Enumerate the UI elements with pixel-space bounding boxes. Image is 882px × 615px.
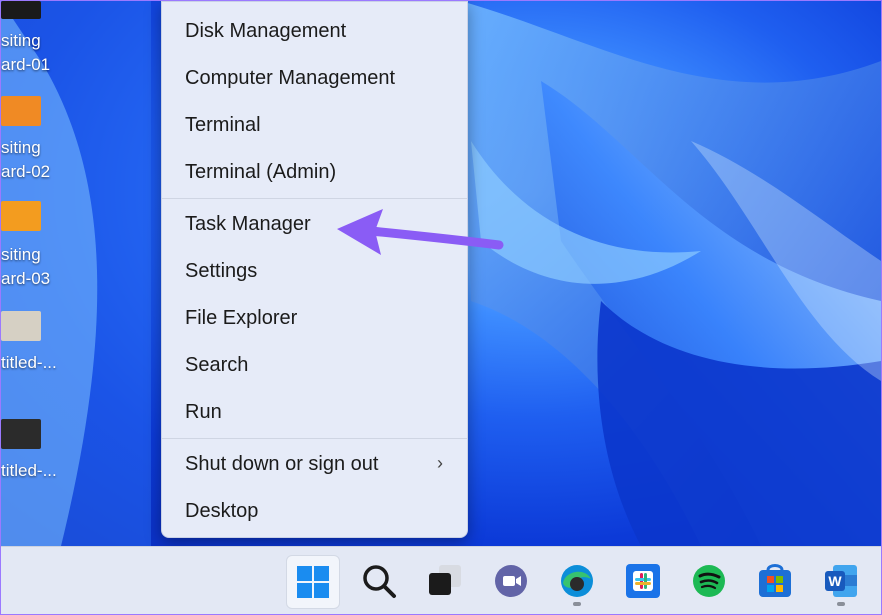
taskbar: W — [1, 546, 881, 614]
search-icon — [363, 565, 396, 598]
running-indicator — [573, 602, 581, 606]
desktop-icon-label: titled-... — [1, 353, 57, 372]
menu-divider — [162, 198, 467, 199]
menu-item-run[interactable]: Run — [162, 391, 467, 435]
slack-icon — [626, 564, 660, 598]
menu-item-label: File Explorer — [185, 307, 298, 329]
desktop-icon-compositing-board-02[interactable]: siting ard-02 — [1, 96, 61, 196]
image-file-icon — [1, 311, 41, 341]
presentation-file-icon — [1, 96, 41, 126]
menu-item-file-explorer[interactable]: File Explorer — [162, 297, 467, 341]
desktop-icon-label: siting — [1, 245, 41, 264]
menu-item-label: Run — [185, 401, 222, 423]
desktop-icon-label: titled-... — [1, 461, 57, 480]
svg-text:W: W — [828, 573, 842, 589]
desktop-icon-untitled-2[interactable]: titled-... — [1, 419, 61, 519]
desktop-icon-label: ard-01 — [1, 55, 51, 74]
desktop-icon-label: ard-02 — [1, 162, 51, 181]
menu-item-label: Computer Management — [185, 67, 396, 89]
image-file-icon — [1, 419, 41, 449]
annotation-arrow-icon — [337, 209, 504, 255]
chevron-right-icon: › — [437, 453, 443, 473]
microsoft-store-icon — [759, 564, 791, 597]
word-icon: W — [825, 565, 857, 597]
menu-item-label: Settings — [185, 260, 258, 282]
menu-item-terminal-admin[interactable]: Terminal (Admin) — [162, 151, 467, 195]
spotify-button[interactable] — [683, 555, 735, 607]
search-button[interactable] — [353, 555, 405, 607]
menu-item-computer-management[interactable]: Computer Management — [162, 57, 467, 101]
menu-divider — [162, 438, 467, 439]
menu-item-disk-management[interactable]: Disk Management — [162, 10, 467, 54]
desktop-icon-label: ard-03 — [1, 269, 51, 288]
menu-item-label: Search — [185, 354, 249, 376]
menu-item-shut-down-or-sign-out[interactable]: Shut down or sign out › — [162, 443, 467, 487]
menu-item-label: Task Manager — [185, 213, 311, 235]
menu-item-label: Terminal — [185, 114, 261, 136]
menu-item-terminal[interactable]: Terminal — [162, 104, 467, 148]
start-icon — [297, 566, 329, 598]
spotify-icon — [693, 565, 725, 597]
menu-item-label: Desktop — [185, 500, 259, 522]
desktop-icon-compositing-board-03[interactable]: siting ard-03 — [1, 201, 61, 301]
desktop-icon-compositing-board-01[interactable]: siting ard-01 — [1, 1, 61, 101]
desktop-icon-label: siting — [1, 138, 41, 157]
presentation-file-icon — [1, 201, 41, 231]
slack-button[interactable] — [617, 555, 669, 607]
edge-icon — [561, 565, 593, 597]
presentation-file-icon — [1, 1, 41, 19]
menu-item-label: Terminal (Admin) — [185, 161, 337, 183]
start-button[interactable] — [286, 555, 340, 609]
task-view-button[interactable] — [419, 555, 471, 607]
menu-item-label: Disk Management — [185, 20, 347, 42]
desktop-icon-untitled-1[interactable]: titled-... — [1, 311, 61, 411]
teams-chat-icon — [495, 565, 527, 597]
word-button[interactable]: W — [815, 555, 867, 607]
menu-item-label: Shut down or sign out — [185, 453, 379, 475]
edge-button[interactable] — [551, 555, 603, 607]
running-indicator — [837, 602, 845, 606]
task-view-icon — [429, 565, 461, 595]
menu-item-desktop[interactable]: Desktop — [162, 490, 467, 534]
teams-chat-button[interactable] — [485, 555, 537, 607]
microsoft-store-button[interactable] — [749, 555, 801, 607]
desktop-icon-label: siting — [1, 31, 41, 50]
screenshot-frame: siting ard-01 siting ard-02 siting ard-0… — [0, 0, 882, 615]
winx-context-menu: Disk Management Computer Management Term… — [161, 1, 468, 538]
menu-item-search[interactable]: Search — [162, 344, 467, 388]
